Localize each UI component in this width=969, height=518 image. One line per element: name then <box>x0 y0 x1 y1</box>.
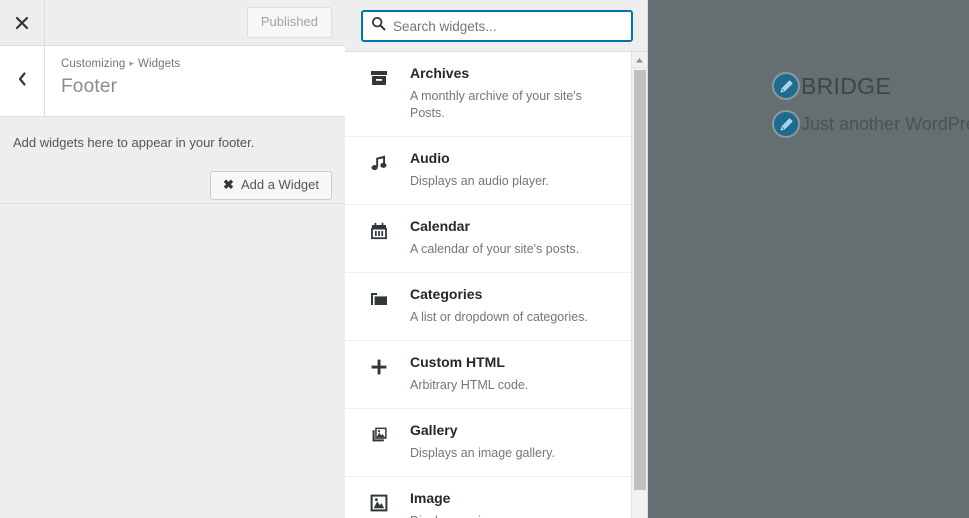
preview-content: BRIDGE Just another WordPress <box>648 0 969 138</box>
preview-site-title-row: BRIDGE <box>772 72 969 100</box>
widget-item-audio[interactable]: Audio Displays an audio player. <box>345 137 634 205</box>
search-icon <box>371 16 386 36</box>
widget-list-viewport: Archives A monthly archive of your site'… <box>345 52 647 518</box>
available-widgets-list: Archives A monthly archive of your site'… <box>345 52 634 518</box>
widget-texts: Gallery Displays an image gallery. <box>410 421 555 462</box>
widget-description: A calendar of your site's posts. <box>410 241 580 256</box>
widget-name: Image <box>410 489 451 506</box>
music-note-icon <box>367 151 391 175</box>
scrollbar-thumb[interactable] <box>634 70 646 490</box>
back-button[interactable] <box>0 46 45 116</box>
widget-name: Audio <box>410 149 450 166</box>
plus-icon <box>367 355 391 379</box>
widget-name: Calendar <box>410 217 470 234</box>
widget-description: Arbitrary HTML code. <box>410 377 529 392</box>
section-header-texts: Customizing ▸ Widgets Footer <box>45 46 180 116</box>
preview-tagline-row: Just another WordPress <box>772 110 969 138</box>
add-a-widget-button[interactable]: ✖ Add a Widget <box>210 170 332 201</box>
widget-texts: Calendar A calendar of your site's posts… <box>410 217 579 258</box>
widget-name: Archives <box>410 65 470 81</box>
sidebar-empty-area <box>0 204 345 490</box>
add-a-widget-label: Add a Widget <box>240 176 319 192</box>
calendar-icon <box>367 219 391 243</box>
widget-texts: Audio Displays an audio player. <box>410 149 549 190</box>
site-preview: BRIDGE Just another WordPress <box>648 0 969 518</box>
gallery-images-icon <box>367 423 391 447</box>
chevron-left-icon <box>16 71 28 92</box>
widget-description: Displays an image. <box>410 513 516 518</box>
widget-search-box[interactable] <box>361 10 633 42</box>
widget-item-archives[interactable]: Archives A monthly archive of your site'… <box>345 52 634 137</box>
widget-item-custom-html[interactable]: Custom HTML Arbitrary HTML code. <box>345 341 634 409</box>
widget-area-description: Add widgets here to appear in your foote… <box>13 135 255 150</box>
widget-description: Displays an image gallery. <box>410 445 555 460</box>
widget-texts: Custom HTML Arbitrary HTML code. <box>410 353 528 394</box>
archive-box-icon <box>367 66 391 90</box>
widget-name: Custom HTML <box>410 353 505 370</box>
widget-area-panel: Add widgets here to appear in your foote… <box>0 117 345 204</box>
publish-button[interactable]: Published <box>246 7 332 38</box>
pencil-edit-icon[interactable] <box>772 72 800 100</box>
widget-name: Categories <box>410 285 483 302</box>
breadcrumb-parent: Widgets <box>138 58 181 70</box>
category-folder-icon <box>367 287 391 311</box>
page-title: Footer <box>61 76 118 97</box>
widget-item-calendar[interactable]: Calendar A calendar of your site's posts… <box>345 205 634 273</box>
customizer-sidebar: Published Customizing ▸ Widgets Footer Add… <box>0 0 345 518</box>
widget-description: Displays an audio player. <box>410 173 549 188</box>
add-widget-row: ✖ Add a Widget <box>13 170 332 201</box>
close-icon <box>15 16 29 30</box>
customizer-screen: Published Customizing ▸ Widgets Footer Add… <box>0 0 969 518</box>
widget-texts: Categories A list or dropdown of categor… <box>410 285 588 326</box>
widget-description: A list or dropdown of categories. <box>410 309 588 324</box>
preview-site-title: BRIDGE <box>801 72 891 99</box>
image-frame-icon <box>367 491 391 515</box>
breadcrumb-root: Customizing <box>61 58 126 70</box>
customizer-section-header: Customizing ▸ Widgets Footer <box>0 46 345 117</box>
search-input[interactable] <box>393 12 631 40</box>
widget-description: A monthly archive of your site's Posts. <box>410 88 582 121</box>
close-icon: ✖ <box>223 177 234 193</box>
widget-texts: Archives A monthly archive of your site'… <box>410 64 620 123</box>
widget-texts: Image Displays an image. <box>410 489 516 518</box>
breadcrumb-separator-icon: ▸ <box>129 58 134 68</box>
pencil-edit-icon[interactable] <box>772 110 800 138</box>
breadcrumb: Customizing ▸ Widgets <box>61 58 180 70</box>
widget-list-scrollbar[interactable] <box>631 52 647 518</box>
triangle-up-icon <box>635 52 644 69</box>
available-widgets-panel: Archives A monthly archive of your site'… <box>345 0 648 518</box>
customizer-topbar: Published <box>0 0 345 46</box>
preview-tagline: Just another WordPress <box>801 113 969 134</box>
scroll-up-button[interactable] <box>632 52 647 68</box>
widget-name: Gallery <box>410 421 458 438</box>
widget-item-image[interactable]: Image Displays an image. <box>345 477 634 518</box>
widget-item-categories[interactable]: Categories A list or dropdown of categor… <box>345 273 634 341</box>
widget-item-gallery[interactable]: Gallery Displays an image gallery. <box>345 409 634 477</box>
widget-search-container <box>345 0 647 52</box>
close-customizer-button[interactable] <box>0 0 45 45</box>
